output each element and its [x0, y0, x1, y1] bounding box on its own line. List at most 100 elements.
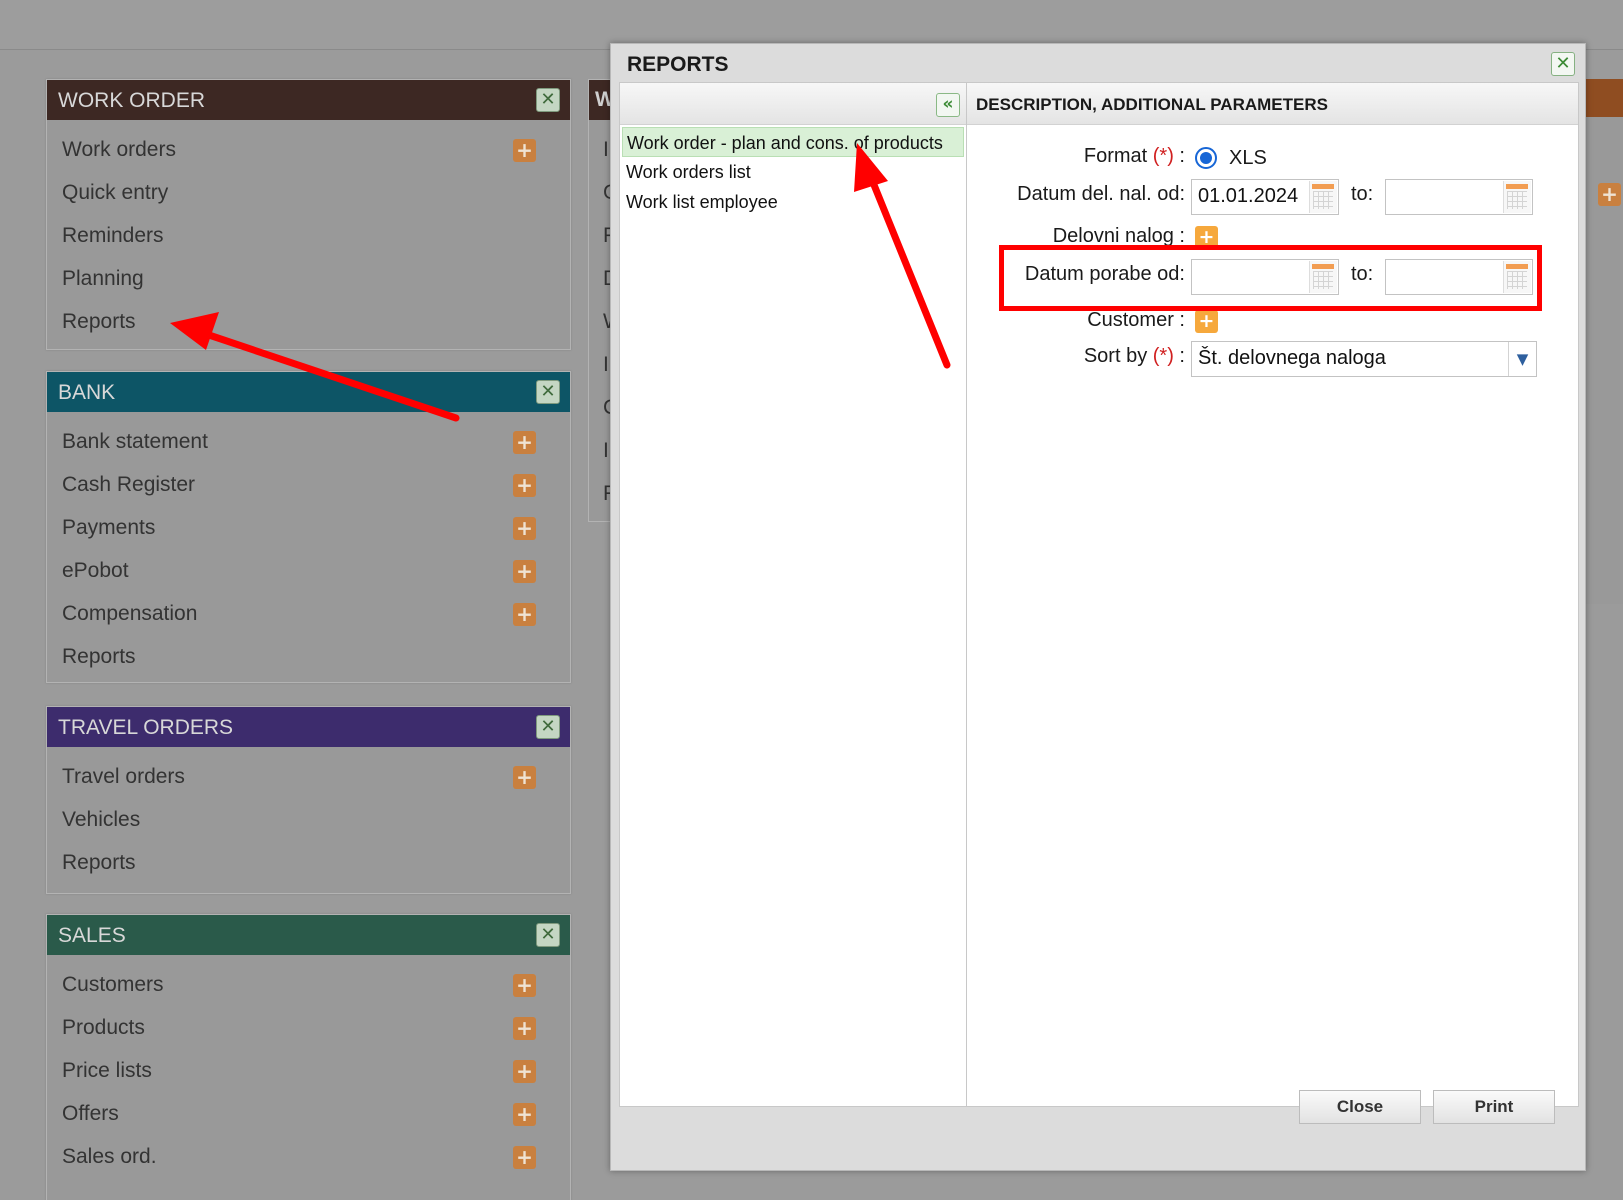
- close-icon[interactable]: ✕: [536, 380, 560, 404]
- menu-item-label: Products: [62, 1016, 145, 1039]
- add-icon[interactable]: +: [513, 766, 536, 789]
- travel-orders-panel-header: TRAVEL ORDERS ✕: [47, 707, 570, 747]
- menu-item-label: Quick entry: [62, 181, 169, 204]
- report-item-work-list-employee[interactable]: Work list employee: [622, 187, 964, 217]
- menu-item-label: ePobot: [62, 559, 129, 582]
- sort-by-select[interactable]: Št. delovnega naloga ▼: [1191, 341, 1537, 377]
- close-button[interactable]: Close: [1299, 1090, 1421, 1124]
- menu-item-label: Travel orders: [62, 765, 185, 788]
- bank-panel-title: BANK: [58, 381, 116, 404]
- add-icon[interactable]: +: [513, 1060, 536, 1083]
- datum-del-row: Datum del. nal. od: 01.01.2024 to:: [967, 179, 1579, 215]
- menu-item-customers[interactable]: Customers +: [47, 963, 570, 1006]
- menu-item-planning[interactable]: Planning: [47, 257, 570, 300]
- reports-list-header: «: [620, 83, 966, 125]
- menu-item-label: Payments: [62, 516, 156, 539]
- format-xls-label: XLS: [1229, 147, 1267, 169]
- menu-item-label: Cash Register: [62, 473, 196, 496]
- add-icon[interactable]: +: [1195, 310, 1218, 333]
- travel-orders-panel: TRAVEL ORDERS ✕ Travel orders + Vehicles …: [46, 706, 571, 894]
- menu-item-label: Sales ord.: [62, 1145, 157, 1168]
- add-icon[interactable]: +: [513, 974, 536, 997]
- menu-item-offers[interactable]: Offers +: [47, 1092, 570, 1135]
- close-icon[interactable]: ✕: [1551, 52, 1575, 76]
- menu-item-sales-orders[interactable]: Sales ord. +: [47, 1135, 570, 1178]
- travel-orders-list: Travel orders + Vehicles Reports: [47, 747, 570, 890]
- bank-panel-header: BANK ✕: [47, 372, 570, 412]
- sort-by-row: Sort by (*) : Št. delovnega naloga ▼: [967, 341, 1579, 377]
- datum-del-from-value: 01.01.2024: [1198, 185, 1299, 207]
- bank-panel: BANK ✕ Bank statement + Cash Register + Pa…: [46, 371, 571, 683]
- datum-del-from-input[interactable]: 01.01.2024: [1191, 179, 1339, 215]
- calendar-icon[interactable]: [1503, 181, 1531, 213]
- add-icon[interactable]: +: [513, 1103, 536, 1126]
- parameters-pane: DESCRIPTION, ADDITIONAL PARAMETERS Forma…: [967, 82, 1579, 1107]
- menu-item-label: Bank statement: [62, 430, 208, 453]
- add-icon[interactable]: +: [513, 139, 536, 162]
- close-icon[interactable]: ✕: [536, 715, 560, 739]
- menu-item-price-lists[interactable]: Price lists +: [47, 1049, 570, 1092]
- sort-by-value: Št. delovnega naloga: [1198, 347, 1386, 369]
- work-order-panel-header: WORK ORDER ✕: [47, 80, 570, 120]
- add-icon[interactable]: +: [513, 1017, 536, 1040]
- datum-del-to-input[interactable]: [1385, 179, 1533, 215]
- add-icon[interactable]: +: [513, 603, 536, 626]
- menu-item-payments[interactable]: Payments +: [47, 506, 570, 549]
- calendar-icon[interactable]: [1309, 181, 1337, 213]
- format-label: Format (*) :: [1083, 145, 1185, 167]
- menu-item-products[interactable]: Products +: [47, 1006, 570, 1049]
- menu-item-label: Customers: [62, 973, 164, 996]
- sales-list: Customers + Products + Price lists + Offers…: [47, 955, 570, 1184]
- work-order-panel-title: WORK ORDER: [58, 89, 205, 112]
- close-icon[interactable]: ✕: [536, 923, 560, 947]
- dialog-title: REPORTS: [627, 53, 729, 76]
- menu-item-label: Reminders: [62, 224, 164, 247]
- menu-item-work-orders[interactable]: Work orders +: [47, 128, 570, 171]
- menu-item-label: Planning: [62, 267, 144, 290]
- sales-panel-title: SALES: [58, 924, 126, 947]
- menu-item-reminders[interactable]: Reminders: [47, 214, 570, 257]
- menu-item-vehicles[interactable]: Vehicles: [47, 798, 570, 841]
- menu-item-bank-statement[interactable]: Bank statement +: [47, 420, 570, 463]
- datum-del-label: Datum del. nal. od:: [1017, 183, 1185, 205]
- sort-by-label: Sort by (*) :: [1083, 345, 1185, 367]
- close-icon[interactable]: ✕: [536, 88, 560, 112]
- menu-item-quick-entry[interactable]: Quick entry: [47, 171, 570, 214]
- menu-item-label: Reports: [62, 645, 136, 668]
- add-icon[interactable]: +: [513, 517, 536, 540]
- menu-item-label: Work orders: [62, 138, 176, 161]
- menu-item-epobot[interactable]: ePobot +: [47, 549, 570, 592]
- work-order-list: Work orders + Quick entry Reminders Plann…: [47, 120, 570, 349]
- work-order-panel: WORK ORDER ✕ Work orders + Quick entry Re…: [46, 79, 571, 350]
- print-button[interactable]: Print: [1433, 1090, 1555, 1124]
- format-row: Format (*) : XLS: [967, 141, 1579, 177]
- add-icon[interactable]: +: [1598, 183, 1621, 206]
- menu-item-reports[interactable]: Reports: [47, 300, 570, 343]
- chevron-down-icon[interactable]: ▼: [1508, 342, 1536, 376]
- menu-item-travel-reports[interactable]: Reports: [47, 841, 570, 884]
- menu-item-label: Reports: [62, 851, 136, 874]
- reports-dialog: REPORTS ✕ « Work order - plan and cons. …: [610, 43, 1586, 1171]
- report-item-work-orders-list[interactable]: Work orders list: [622, 157, 964, 187]
- reports-list-pane: « Work order - plan and cons. of product…: [619, 82, 967, 1107]
- double-chevron-left-icon[interactable]: «: [936, 93, 960, 117]
- format-xls-radio[interactable]: [1195, 147, 1217, 169]
- report-item-work-order-plan[interactable]: Work order - plan and cons. of products: [622, 127, 964, 157]
- menu-item-compensation[interactable]: Compensation +: [47, 592, 570, 635]
- bank-list: Bank statement + Cash Register + Payments +…: [47, 412, 570, 684]
- sales-panel-header: SALES ✕: [47, 915, 570, 955]
- menu-item-label: Compensation: [62, 602, 198, 625]
- to-label: to:: [1351, 183, 1374, 205]
- sales-panel: SALES ✕ Customers + Products + Price lists…: [46, 914, 571, 1200]
- menu-item-travel-orders[interactable]: Travel orders +: [47, 755, 570, 798]
- menu-item-label: Vehicles: [62, 808, 141, 831]
- travel-orders-panel-title: TRAVEL ORDERS: [58, 716, 234, 739]
- highlight-box: [999, 245, 1542, 311]
- menu-item-bank-reports[interactable]: Reports: [47, 635, 570, 678]
- add-icon[interactable]: +: [513, 560, 536, 583]
- add-icon[interactable]: +: [513, 474, 536, 497]
- add-icon[interactable]: +: [513, 431, 536, 454]
- add-icon[interactable]: +: [513, 1146, 536, 1169]
- menu-item-cash-register[interactable]: Cash Register +: [47, 463, 570, 506]
- menu-item-label: Price lists: [62, 1059, 152, 1082]
